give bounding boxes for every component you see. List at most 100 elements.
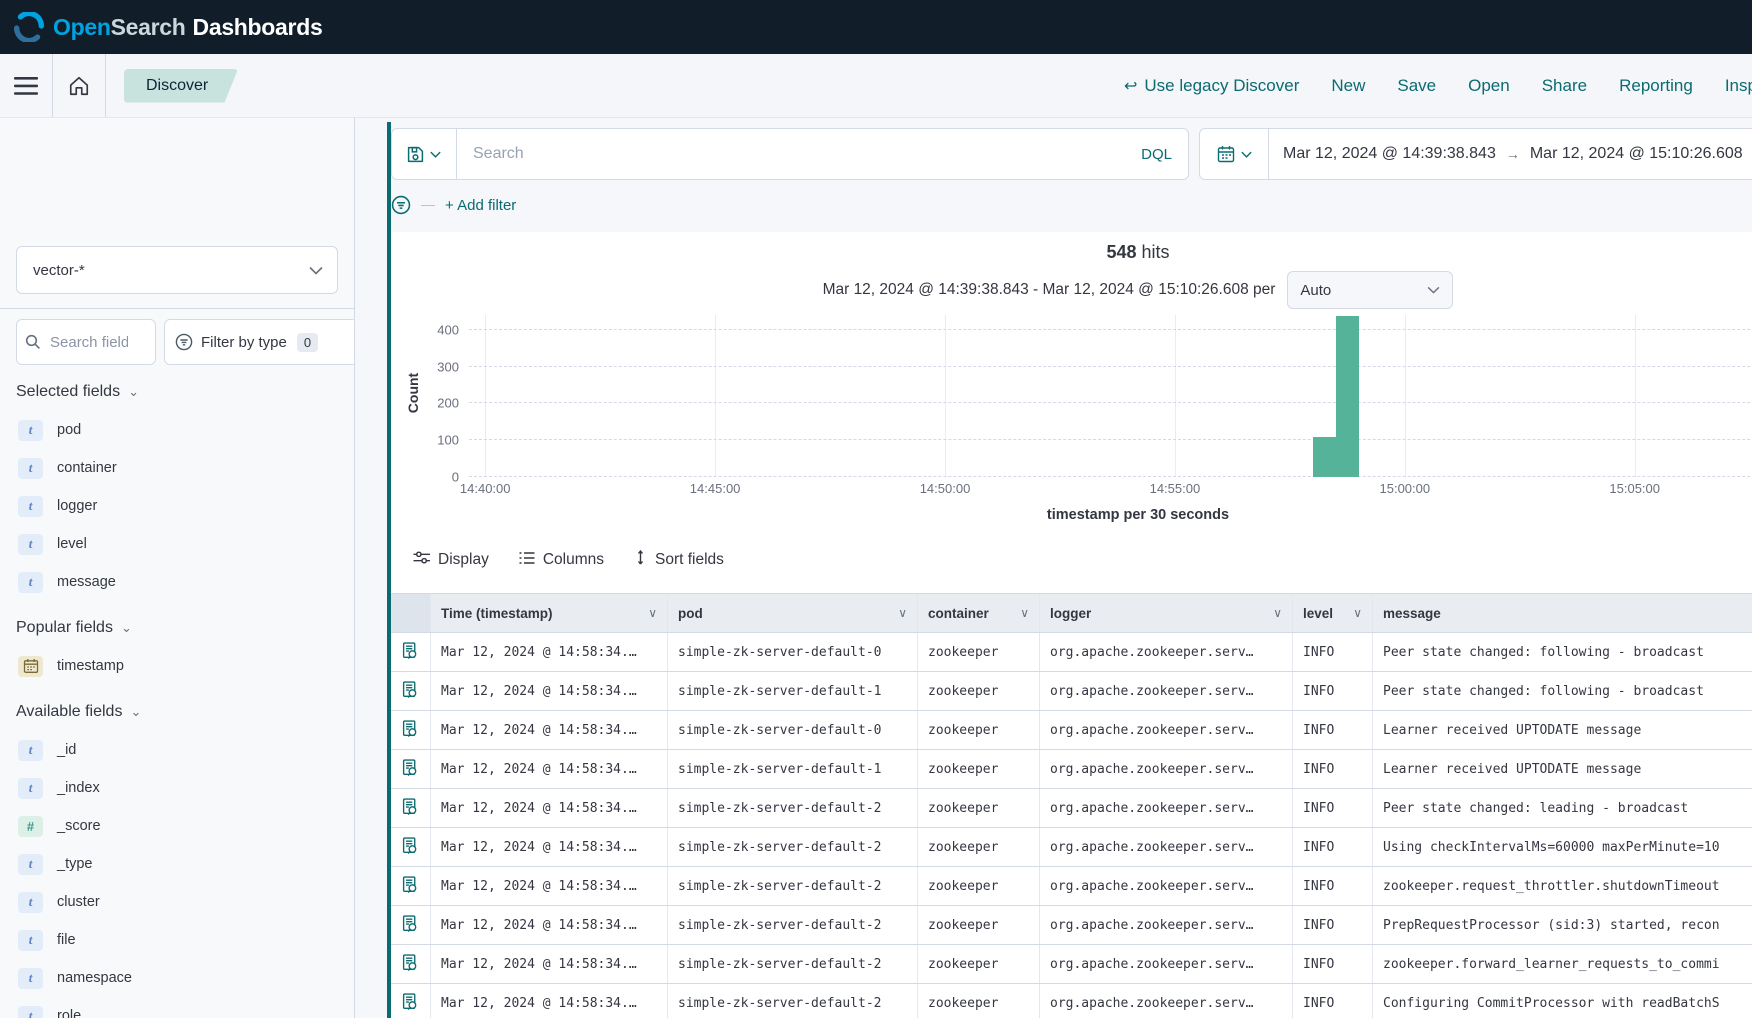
field-item-file[interactable]: tfile — [0, 921, 354, 959]
filter-circle-icon[interactable] — [391, 195, 411, 215]
histogram-chart[interactable]: Count 14:40:0014:45:0014:50:0014:55:0015… — [391, 315, 1752, 501]
section-heading-selected-fields[interactable]: Selected fields⌄ — [0, 373, 354, 411]
cell-time: Mar 12, 2024 @ 14:58:34.… — [431, 711, 668, 749]
expand-document-button[interactable] — [391, 711, 431, 749]
field-search-input[interactable] — [48, 333, 130, 352]
table-row[interactable]: Mar 12, 2024 @ 14:58:34.…simple-zk-serve… — [391, 789, 1752, 828]
display-button[interactable]: Display — [413, 550, 489, 570]
column-sort-chevron-icon[interactable]: ∨ — [1267, 606, 1282, 620]
nav-action-save[interactable]: Save — [1397, 76, 1436, 96]
field-item-role[interactable]: trole — [0, 997, 354, 1018]
table-header-level: level∨ — [1293, 594, 1373, 632]
table-row[interactable]: Mar 12, 2024 @ 14:58:34.…simple-zk-serve… — [391, 672, 1752, 711]
field-type-text-icon: t — [18, 458, 43, 479]
inspect-document-icon — [402, 954, 419, 975]
field-search — [16, 319, 156, 365]
table-toolbar: Display Columns Sort fields — [391, 545, 1752, 575]
query-language-button[interactable]: DQL — [1125, 146, 1188, 163]
x-tick-label: 14:45:00 — [690, 481, 741, 496]
table-row[interactable]: Mar 12, 2024 @ 14:58:34.…simple-zk-serve… — [391, 750, 1752, 789]
expand-document-button[interactable] — [391, 828, 431, 866]
column-sort-chevron-icon[interactable]: ∨ — [642, 606, 657, 620]
cell-level: INFO — [1293, 789, 1373, 827]
filter-by-type-button[interactable]: Filter by type 0 — [164, 319, 355, 365]
section-heading-popular-fields[interactable]: Popular fields⌄ — [0, 609, 354, 647]
cell-pod: simple-zk-server-default-0 — [668, 633, 918, 671]
toolbar-button-label: Sort fields — [655, 551, 724, 569]
histogram-bar[interactable] — [1313, 437, 1336, 478]
table-row[interactable]: Mar 12, 2024 @ 14:58:34.…simple-zk-serve… — [391, 711, 1752, 750]
field-item-level[interactable]: tlevel — [0, 525, 354, 563]
table-row[interactable]: Mar 12, 2024 @ 14:58:34.…simple-zk-serve… — [391, 945, 1752, 984]
index-pattern-select[interactable]: vector-* — [16, 246, 338, 294]
sort-fields-button[interactable]: Sort fields — [634, 550, 724, 570]
nav-action-use-legacy-discover[interactable]: ↩Use legacy Discover — [1124, 76, 1299, 96]
expand-document-button[interactable] — [391, 867, 431, 905]
nav-action-inspect[interactable]: Inspect — [1725, 76, 1752, 96]
inspect-document-icon — [402, 642, 419, 663]
expand-document-button[interactable] — [391, 750, 431, 788]
field-item-cluster[interactable]: tcluster — [0, 883, 354, 921]
cell-message: Learner received UPTODATE message — [1373, 711, 1752, 749]
cell-pod: simple-zk-server-default-2 — [668, 984, 918, 1018]
expand-document-button[interactable] — [391, 633, 431, 671]
interval-select[interactable]: Auto — [1287, 271, 1453, 309]
app-title: OpenSearchDashboards — [53, 14, 322, 41]
field-item-score[interactable]: #_score — [0, 807, 354, 845]
column-sort-chevron-icon[interactable]: ∨ — [1347, 606, 1362, 620]
chart-gridline-horizontal — [469, 476, 1752, 477]
table-row[interactable]: Mar 12, 2024 @ 14:58:34.…simple-zk-serve… — [391, 633, 1752, 672]
field-item-type[interactable]: t_type — [0, 845, 354, 883]
menu-button[interactable] — [0, 54, 52, 117]
field-item-id[interactable]: t_id — [0, 731, 354, 769]
field-type-date-icon — [18, 656, 43, 677]
search-input[interactable] — [457, 145, 1125, 163]
table-row[interactable]: Mar 12, 2024 @ 14:58:34.…simple-zk-serve… — [391, 906, 1752, 945]
column-sort-chevron-icon[interactable]: ∨ — [892, 606, 907, 620]
nav-action-share[interactable]: Share — [1542, 76, 1587, 96]
table-row[interactable]: Mar 12, 2024 @ 14:58:34.…simple-zk-serve… — [391, 828, 1752, 867]
cell-time: Mar 12, 2024 @ 14:58:34.… — [431, 867, 668, 905]
field-item-message[interactable]: tmessage — [0, 563, 354, 601]
expand-document-button[interactable] — [391, 789, 431, 827]
saved-query-button[interactable] — [392, 129, 457, 179]
cell-time: Mar 12, 2024 @ 14:58:34.… — [431, 789, 668, 827]
inspect-document-icon — [402, 798, 419, 819]
table-row[interactable]: Mar 12, 2024 @ 14:58:34.…simple-zk-serve… — [391, 984, 1752, 1018]
home-button[interactable] — [53, 54, 105, 117]
x-axis-title: timestamp per 30 seconds — [391, 507, 1752, 523]
chart-plot[interactable]: 14:40:0014:45:0014:50:0014:55:0015:00:00… — [469, 315, 1752, 477]
field-type-text-icon: t — [18, 930, 43, 951]
field-item-timestamp[interactable]: timestamp — [0, 647, 354, 685]
date-to[interactable]: Mar 12, 2024 @ 15:10:26.608 — [1530, 145, 1743, 163]
table-row[interactable]: Mar 12, 2024 @ 14:58:34.…simple-zk-serve… — [391, 867, 1752, 906]
histogram-bar[interactable] — [1336, 316, 1359, 477]
calendar-button[interactable] — [1200, 129, 1269, 179]
nav-action-new[interactable]: New — [1331, 76, 1365, 96]
cell-level: INFO — [1293, 711, 1373, 749]
discover-page: OpenSearchDashboards Discover ↩Use legac… — [0, 0, 1752, 1018]
expand-document-button[interactable] — [391, 984, 431, 1018]
search-icon — [25, 334, 41, 350]
expand-document-button[interactable] — [391, 672, 431, 710]
field-name: cluster — [57, 894, 100, 910]
expand-document-button[interactable] — [391, 945, 431, 983]
field-item-index[interactable]: t_index — [0, 769, 354, 807]
section-heading-available-fields[interactable]: Available fields⌄ — [0, 693, 354, 731]
date-from[interactable]: Mar 12, 2024 @ 14:39:38.843 — [1283, 145, 1496, 163]
columns-button[interactable]: Columns — [519, 551, 604, 570]
field-item-pod[interactable]: tpod — [0, 411, 354, 449]
cell-time: Mar 12, 2024 @ 14:58:34.… — [431, 672, 668, 710]
nav-action-reporting[interactable]: Reporting — [1619, 76, 1693, 96]
hits-label: hits — [1142, 242, 1170, 262]
add-filter-button[interactable]: + Add filter — [445, 197, 516, 214]
nav-action-open[interactable]: Open — [1468, 76, 1510, 96]
field-item-logger[interactable]: tlogger — [0, 487, 354, 525]
field-item-container[interactable]: tcontainer — [0, 449, 354, 487]
field-item-namespace[interactable]: tnamespace — [0, 959, 354, 997]
expand-document-button[interactable] — [391, 906, 431, 944]
column-sort-chevron-icon[interactable]: ∨ — [1014, 606, 1029, 620]
cell-pod: simple-zk-server-default-2 — [668, 867, 918, 905]
breadcrumb[interactable]: Discover — [124, 69, 238, 103]
date-range[interactable]: Mar 12, 2024 @ 14:39:38.843 → Mar 12, 20… — [1269, 145, 1752, 163]
